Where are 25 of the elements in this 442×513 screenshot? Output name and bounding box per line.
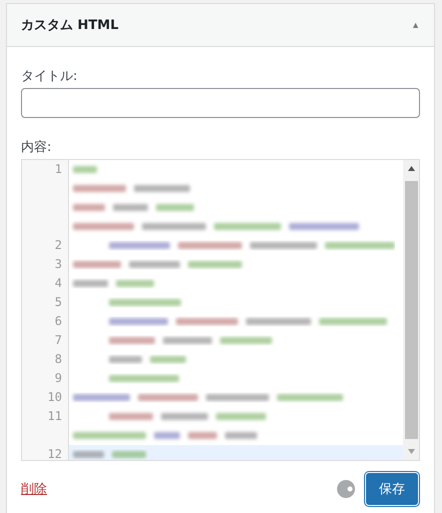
code-editor[interactable]: 1 2 3 4 5 6 7 8 9 10 11 12 <box>21 159 420 461</box>
field-label: 内容: <box>21 139 52 156</box>
field-label: タイトル: <box>21 68 78 85</box>
save-button[interactable]: 保存 <box>366 473 418 505</box>
line-number: 4 <box>54 275 63 292</box>
line-number: 5 <box>54 294 63 311</box>
line-number: 7 <box>54 332 63 349</box>
line-number: 8 <box>54 351 63 368</box>
widget-title: カスタム HTML <box>21 17 118 34</box>
line-number: 11 <box>46 408 63 425</box>
line-number: 1 <box>54 161 63 178</box>
scrollbar[interactable] <box>403 160 419 460</box>
spinner-icon <box>336 479 356 499</box>
collapse-toggle[interactable]: ▲ <box>411 20 420 30</box>
widget-header[interactable]: カスタム HTML ▲ <box>7 4 434 47</box>
delete-link[interactable]: 削除 <box>21 480 47 498</box>
line-number: 6 <box>54 313 63 330</box>
scroll-down-icon[interactable] <box>408 449 414 454</box>
scroll-up-icon[interactable] <box>408 166 414 171</box>
line-number: 2 <box>54 237 63 254</box>
line-number: 3 <box>54 256 63 273</box>
title-input[interactable] <box>21 88 420 118</box>
line-number: 10 <box>46 389 63 406</box>
line-number: 9 <box>54 370 63 387</box>
line-number: 12 <box>46 446 63 460</box>
